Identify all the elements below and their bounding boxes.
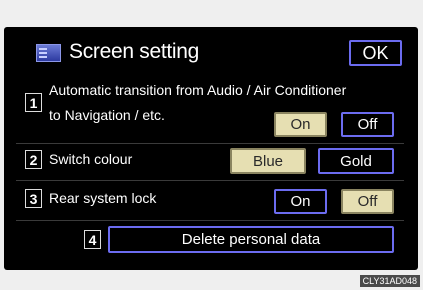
screen-setting-icon	[36, 44, 61, 62]
divider	[16, 143, 404, 144]
divider	[16, 220, 404, 221]
row-number-3: 3	[25, 189, 42, 208]
auto-transition-on-button[interactable]: On	[274, 112, 327, 137]
delete-personal-data-button[interactable]: Delete personal data	[108, 226, 394, 253]
colour-gold-button[interactable]: Gold	[318, 148, 394, 174]
rear-system-lock-label: Rear system lock	[49, 190, 157, 206]
rear-lock-off-button[interactable]: Off	[341, 189, 394, 214]
image-code-label: CLY31AD048	[359, 275, 420, 287]
colour-blue-button[interactable]: Blue	[230, 148, 306, 174]
switch-colour-label: Switch colour	[49, 151, 133, 167]
auto-transition-label-line1: Automatic transition from Audio / Air Co…	[49, 82, 347, 98]
auto-transition-off-button[interactable]: Off	[341, 112, 394, 137]
row-number-1: 1	[25, 93, 42, 112]
auto-transition-label-line2: to Navigation / etc.	[49, 107, 165, 123]
row-number-4: 4	[84, 230, 101, 249]
divider	[16, 180, 404, 181]
ok-button[interactable]: OK	[349, 40, 402, 66]
row-number-2: 2	[25, 150, 42, 169]
page-title: Screen setting	[69, 40, 200, 63]
rear-lock-on-button[interactable]: On	[274, 189, 327, 214]
